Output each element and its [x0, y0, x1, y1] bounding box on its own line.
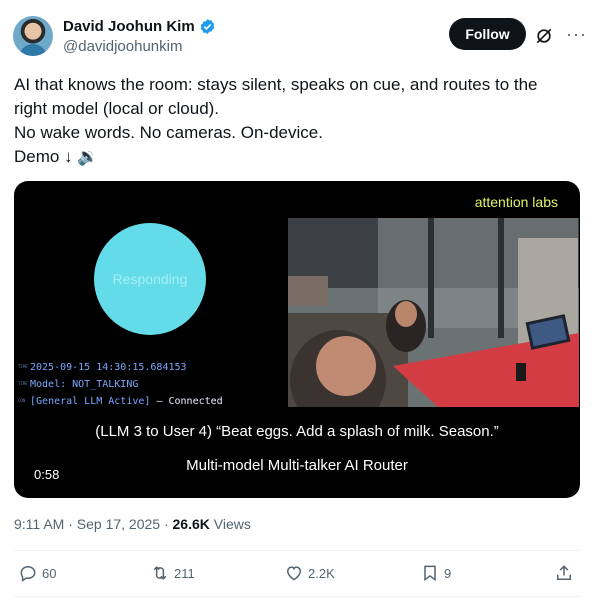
tweet-line: Demo ↓ 🔉 [14, 147, 99, 166]
more-options-icon[interactable]: ··· [566, 24, 587, 45]
tweet-meta: 9:11 AM · Sep 17, 2025 · 26.6K Views [14, 516, 251, 532]
grok-icon[interactable] [534, 26, 554, 46]
responding-orb: Responding [94, 223, 206, 335]
brand-label: attention labs [474, 194, 558, 210]
tweet-line: right model (local or cloud). [14, 99, 220, 118]
terminal-log: TIME 2025-09-15 14:30:15.684153 TIME Model… [18, 359, 223, 410]
tweet-timestamp[interactable]: 9:11 AM · Sep 17, 2025 · [14, 516, 173, 532]
log-connected: – Connected [150, 396, 223, 407]
bookmark-icon [424, 565, 436, 582]
divider [14, 550, 582, 551]
tweet-line: No wake words. No cameras. On-device. [14, 123, 323, 142]
tweet-header: David Joohun Kim @davidjoohunkim Follow … [13, 16, 586, 58]
like-count: 2.2K [308, 565, 335, 581]
reply-icon [20, 565, 36, 582]
divider [14, 596, 582, 597]
like-button[interactable]: 2.2K [284, 563, 335, 583]
log-tag: CON [18, 398, 26, 403]
author-handle[interactable]: @davidjoohunkim [63, 38, 182, 55]
views-count: 26.6K [172, 516, 210, 532]
log-llm-active: [General LLM Active] [30, 396, 151, 407]
video-duration: 0:58 [34, 467, 60, 482]
repost-button[interactable]: 211 [150, 563, 195, 583]
tweet-actions: 60 211 2.2K 9 [14, 563, 580, 587]
log-timestamp: 2025-09-15 14:30:15.684153 [30, 362, 187, 373]
video-frame-photo [288, 218, 579, 407]
log-tag: TIME [18, 364, 28, 369]
author-name-row[interactable]: David Joohun Kim [63, 18, 216, 35]
video-caption: (LLM 3 to User 4) “Beat eggs. Add a spla… [95, 423, 499, 440]
reply-count: 60 [42, 565, 57, 581]
log-tag: TIME [18, 381, 28, 386]
share-button[interactable] [554, 563, 574, 583]
repost-count: 211 [174, 565, 195, 581]
tweet-line: AI that knows the room: stays silent, sp… [14, 75, 538, 94]
tweet-text: AI that knows the room: stays silent, sp… [14, 73, 574, 169]
share-icon [557, 565, 571, 580]
author-display-name[interactable]: David Joohun Kim [63, 18, 195, 35]
verified-badge-icon [200, 19, 214, 34]
views-label: Views [209, 516, 251, 532]
repost-icon [153, 566, 167, 580]
follow-button[interactable]: Follow [449, 18, 526, 50]
video-player[interactable]: attention labs Responding TIME 2025-09-15… [14, 181, 580, 498]
bookmark-count: 9 [444, 565, 452, 581]
orb-label: Responding [112, 271, 188, 287]
avatar[interactable] [13, 16, 53, 56]
log-model-status: Model: NOT_TALKING [30, 379, 139, 390]
meeting-room-image [288, 218, 579, 407]
heart-icon [286, 566, 302, 581]
video-subtitle: Multi-model Multi-talker AI Router [186, 457, 408, 474]
bookmark-button[interactable]: 9 [420, 563, 451, 583]
reply-button[interactable]: 60 [18, 563, 56, 583]
